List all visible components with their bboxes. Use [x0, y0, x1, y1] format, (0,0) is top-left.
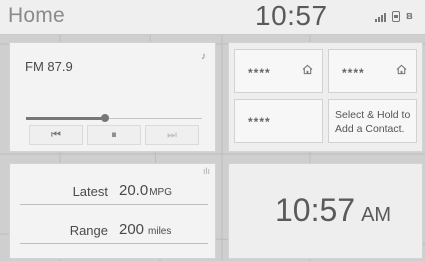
station-label: FM 87.9: [25, 59, 73, 74]
clock-ampm: AM: [361, 204, 392, 226]
favorite-contact-button[interactable]: ****: [234, 49, 323, 93]
range-value-group: 200 miles: [119, 221, 171, 238]
hint-line-2: Add a Contact.: [335, 123, 405, 135]
status-bar: Home 10:57 ʙ: [0, 0, 425, 35]
contact-name: ****: [248, 66, 271, 80]
previous-track-button[interactable]: ⏮: [29, 125, 83, 145]
progress-fill: [26, 117, 105, 120]
signal-icon: [375, 12, 386, 22]
latest-value-group: 20.0MPG: [119, 182, 172, 199]
music-note-icon: ♪: [201, 51, 206, 62]
favorite-contacts-widget: **** **** **** Select & Hold to Add a Co…: [228, 42, 423, 152]
favorite-contact-button[interactable]: ****: [328, 49, 417, 93]
clock-widget[interactable]: 10:57 AM: [228, 163, 423, 259]
home-screen: Home 10:57 ʙ FM 87.9 ♪ ⏮ ⏸ ⏭ **** **** *…: [0, 0, 425, 261]
page-title: Home: [8, 4, 65, 27]
status-icons: ʙ: [375, 11, 413, 22]
contact-name: ****: [248, 115, 271, 129]
latest-value: 20.0: [119, 182, 149, 199]
pause-icon: ⏸: [111, 128, 117, 141]
audio-widget[interactable]: FM 87.9 ♪ ⏮ ⏸ ⏭: [9, 42, 216, 152]
add-contact-button[interactable]: Select & Hold to Add a Contact.: [328, 99, 417, 143]
clock-time: 10:57: [275, 192, 356, 228]
hint-line-1: Select & Hold to: [335, 109, 411, 121]
favorite-contact-button[interactable]: ****: [234, 99, 323, 143]
big-clock: 10:57 AM: [275, 192, 391, 229]
latest-economy-row: Latest 20.0MPG: [20, 174, 208, 205]
home-icon: [302, 64, 313, 75]
add-contact-hint: Select & Hold to Add a Contact.: [335, 108, 412, 136]
range-label: Range: [69, 223, 108, 238]
header-clock: 10:57: [255, 0, 328, 31]
latest-label: Latest: [72, 184, 108, 199]
range-row: Range 200 miles: [20, 213, 208, 244]
phone-icon: [392, 11, 400, 22]
pause-button[interactable]: ⏸: [87, 125, 141, 145]
previous-icon: ⏮: [51, 128, 61, 141]
fuel-economy-widget[interactable]: ılı Latest 20.0MPG Range 200 miles: [9, 163, 216, 259]
next-icon: ⏭: [167, 128, 177, 141]
home-icon: [396, 64, 407, 75]
bluetooth-icon: ʙ: [406, 10, 413, 22]
contact-name: ****: [342, 66, 365, 80]
range-unit: miles: [148, 226, 172, 237]
next-track-button[interactable]: ⏭: [145, 125, 199, 145]
range-value: 200: [119, 221, 145, 238]
progress-knob[interactable]: [101, 114, 109, 122]
latest-unit: MPG: [149, 187, 172, 198]
